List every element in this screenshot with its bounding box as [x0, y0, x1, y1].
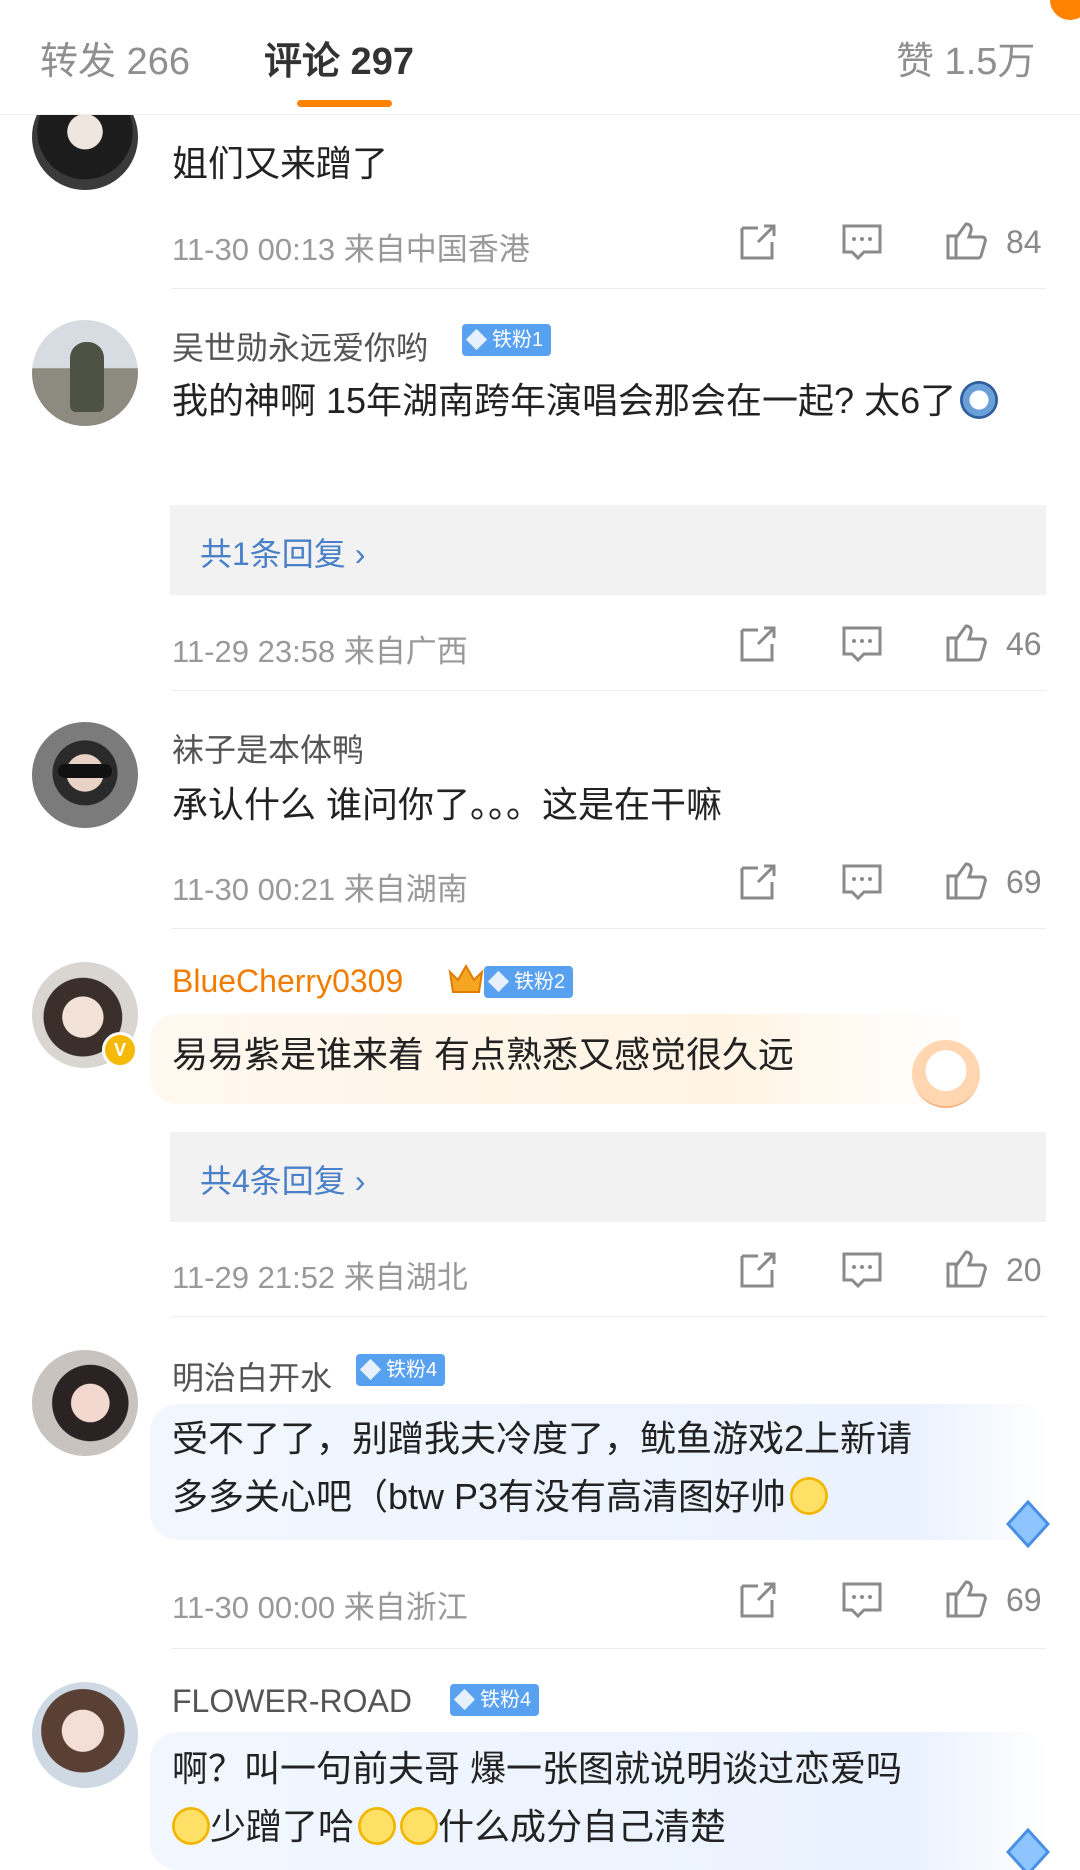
view-replies-link[interactable]: 共1条回复 ›	[200, 529, 365, 575]
fan-badge: 铁粉2	[484, 966, 574, 998]
comment-text: 承认什么 谁问你了。。。这是在干嘛	[172, 784, 723, 825]
comment-text: 姐们又来蹭了	[172, 143, 389, 184]
share-icon[interactable]	[736, 622, 780, 666]
bubble-decoration-icon	[912, 1040, 980, 1108]
diamond-icon	[359, 1358, 382, 1381]
comment-icon[interactable]	[840, 1248, 884, 1292]
chevron-right-icon: ›	[354, 536, 366, 572]
comment-text-line: 少蹭了哈 什么成分自己清楚	[172, 1798, 1032, 1856]
comment-tab-bar: 转发 266 评论 297 赞 1.5万	[0, 0, 1080, 115]
thumbs-up-icon[interactable]	[944, 858, 988, 902]
like-count: 69	[1006, 1582, 1042, 1618]
divider	[172, 1316, 1046, 1317]
comment-meta: 11-30 00:21 来自湖南	[172, 872, 468, 907]
corner-accent	[1050, 0, 1080, 20]
sweat-smile-emoji-icon	[172, 1807, 210, 1845]
username[interactable]: 吴世勋永远爱你哟	[172, 323, 428, 369]
comment-text: 啊？叫一句前夫哥 爆一张图就说明谈过恋爱吗 少蹭了哈 什么成分自己清楚	[172, 1740, 1032, 1856]
diamond-icon	[1005, 1827, 1051, 1870]
username[interactable]: FLOWER-ROAD	[172, 1683, 412, 1720]
avatar-figure	[70, 342, 104, 412]
share-icon[interactable]	[736, 860, 780, 904]
comment-text: 易易紫是谁来着 有点熟悉又感觉很久远	[172, 1034, 795, 1075]
comment-icon[interactable]	[840, 220, 884, 264]
fan-badge-label: 铁粉4	[386, 1359, 438, 1381]
comment-meta: 11-29 21:52 来自湖北	[172, 1260, 468, 1295]
tab-repost[interactable]: 转发 266	[40, 30, 190, 85]
chevron-right-icon: ›	[354, 1163, 366, 1199]
like-count: 69	[1006, 864, 1042, 900]
diamond-icon	[465, 328, 488, 351]
diamond-icon	[453, 1688, 476, 1711]
comment-text-line-content: 什么成分自己清楚	[438, 1806, 727, 1847]
view-replies-label: 共1条回复	[200, 536, 346, 572]
comment-text: 我的神啊 15年湖南跨年演唱会那会在一起? 太6了	[172, 372, 1032, 430]
fan-badge-label: 铁粉2	[514, 971, 566, 993]
active-tab-indicator	[297, 100, 392, 107]
comment-text: 受不了了，别蹭我夫冷度了，鱿鱼游戏2上新请 多多关心吧（btw P3有没有高清图…	[172, 1410, 1032, 1526]
replies-box[interactable]: 共4条回复 ›	[170, 1132, 1046, 1222]
comment-meta: 11-30 00:13 来自中国香港	[172, 232, 530, 267]
crown-icon	[448, 963, 484, 993]
tab-likes[interactable]: 赞 1.5万	[896, 30, 1035, 85]
fan-badge: 铁粉4	[450, 1684, 540, 1716]
comment-icon[interactable]	[840, 860, 884, 904]
comment-text-line-content: 少蹭了哈	[210, 1806, 355, 1847]
view-replies-label: 共4条回复	[200, 1163, 346, 1199]
sleepy-emoji-icon	[400, 1807, 439, 1845]
share-icon[interactable]	[736, 1248, 780, 1292]
thumbs-up-icon[interactable]	[944, 1576, 988, 1620]
comment-text-line-content: 多多关心吧（btw P3有没有高清图好帅	[172, 1476, 787, 1517]
comment-text-line: 多多关心吧（btw P3有没有高清图好帅	[172, 1468, 1032, 1526]
crying-emoji-icon	[790, 1477, 829, 1515]
username[interactable]: BlueCherry0309	[172, 963, 403, 1000]
diamond-icon	[1005, 1499, 1051, 1549]
like-count: 20	[1006, 1252, 1042, 1288]
replies-box[interactable]: 共1条回复 ›	[170, 505, 1046, 595]
divider	[172, 288, 1046, 289]
diamond-icon	[487, 970, 510, 993]
comment-icon[interactable]	[840, 622, 884, 666]
divider	[172, 1648, 1046, 1649]
comment-text-content: 我的神啊 15年湖南跨年演唱会那会在一起? 太6了	[172, 380, 957, 421]
fan-badge: 铁粉4	[356, 1354, 446, 1386]
comment-icon[interactable]	[840, 1578, 884, 1622]
dog-emoji-icon	[960, 381, 999, 419]
divider	[172, 928, 1046, 929]
comment-meta: 11-30 00:00 来自浙江	[172, 1590, 468, 1625]
user-avatar[interactable]	[32, 1350, 138, 1456]
view-replies-link[interactable]: 共4条回复 ›	[200, 1156, 365, 1202]
comment-text-line: 受不了了，别蹭我夫冷度了，鱿鱼游戏2上新请	[172, 1418, 913, 1459]
verified-badge-icon: V	[102, 1032, 138, 1068]
comment-meta: 11-29 23:58 来自广西	[172, 634, 468, 669]
comment-text-line: 啊？叫一句前夫哥 爆一张图就说明谈过恋爱吗	[172, 1748, 903, 1789]
thumbs-up-icon[interactable]	[944, 620, 988, 664]
user-avatar[interactable]	[32, 1682, 138, 1788]
like-count: 46	[1006, 626, 1042, 662]
share-icon[interactable]	[736, 1578, 780, 1622]
username[interactable]: 袜子是本体鸭	[172, 725, 364, 771]
user-avatar[interactable]	[32, 320, 138, 426]
share-icon[interactable]	[736, 220, 780, 264]
divider	[172, 690, 1046, 691]
like-count: 84	[1006, 224, 1042, 260]
fan-badge-label: 铁粉1	[492, 329, 544, 351]
sleepy-emoji-icon	[358, 1807, 397, 1845]
tab-comments[interactable]: 评论 297	[264, 30, 414, 85]
fan-badge: 铁粉1	[462, 324, 552, 356]
thumbs-up-icon[interactable]	[944, 1246, 988, 1290]
username[interactable]: 明治白开水	[172, 1353, 332, 1399]
user-avatar[interactable]	[32, 722, 138, 828]
thumbs-up-icon[interactable]	[944, 218, 988, 262]
avatar-sunglasses	[58, 764, 112, 778]
fan-badge-label: 铁粉4	[480, 1689, 532, 1711]
